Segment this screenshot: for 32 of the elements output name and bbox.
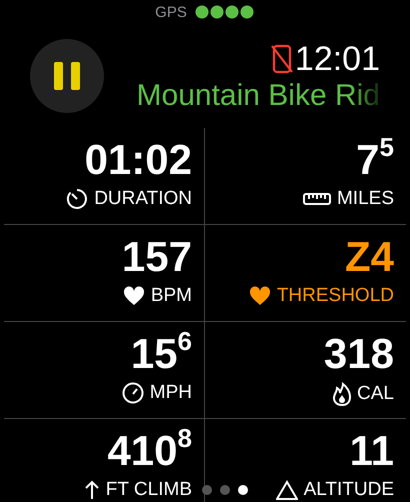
timer-icon	[66, 188, 88, 210]
clock-time: 12:01	[294, 40, 380, 78]
metric-label: BPM	[150, 285, 192, 307]
triangle-icon	[276, 480, 298, 500]
gps-label: GPS	[155, 4, 187, 20]
metric-label: THRESHOLD	[276, 285, 394, 307]
metric-label: MILES	[336, 188, 394, 210]
metric-label: DURATION	[94, 188, 192, 210]
metric-label: CAL	[357, 383, 394, 405]
arrow-up-icon	[84, 480, 100, 500]
gauge-icon	[122, 382, 144, 404]
phone-off-icon	[270, 44, 293, 74]
flame-icon	[333, 382, 352, 406]
metric-value: 01:02	[84, 136, 192, 184]
metric-label: FT CLIMB	[106, 479, 192, 501]
metric-value: 157	[122, 233, 192, 281]
metric-value: 7$^{5}$	[356, 136, 394, 184]
heart-icon	[248, 286, 271, 306]
workout-title: Mountain Bike Rid	[136, 78, 380, 112]
page-dot[interactable]	[202, 485, 212, 495]
metric-value: 318	[324, 330, 394, 378]
metric-label: ALTITUDE	[304, 479, 394, 501]
metric-value: Z4	[344, 233, 394, 281]
metric-value: 15$^{6}$	[130, 330, 192, 378]
heart-icon	[122, 286, 145, 306]
ruler-icon	[302, 192, 331, 206]
metric-label: MPH	[150, 382, 192, 404]
signal-dots-icon	[194, 5, 255, 19]
page-dot[interactable]	[238, 485, 248, 495]
page-dot[interactable]	[220, 485, 230, 495]
metric-value: 410$^{8}$	[107, 427, 192, 475]
metric-value: 11	[350, 427, 394, 475]
